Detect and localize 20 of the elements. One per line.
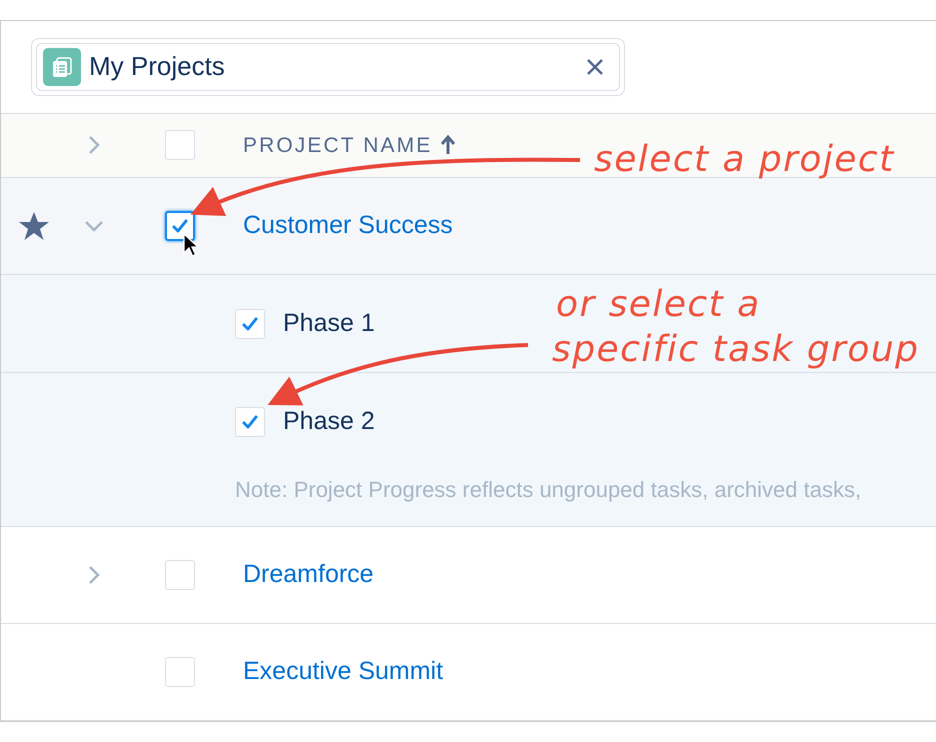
task-group-name: Phase 2 bbox=[283, 406, 375, 438]
checkmark-icon bbox=[242, 316, 258, 330]
mouse-cursor-icon bbox=[183, 233, 199, 259]
list-icon bbox=[43, 48, 81, 86]
project-link[interactable]: Dreamforce bbox=[243, 556, 374, 594]
note-text: Note: Project Progress reflects ungrouped tasks, archived tasks, bbox=[235, 477, 862, 502]
checkmark-icon bbox=[172, 219, 188, 233]
checkbox[interactable] bbox=[165, 211, 195, 241]
star-icon[interactable] bbox=[18, 211, 50, 241]
annotation-text: or select a bbox=[555, 283, 762, 327]
project-link[interactable]: Executive Summit bbox=[243, 653, 444, 691]
project-link[interactable]: Customer Success bbox=[243, 207, 453, 245]
task-group-name: Phase 1 bbox=[283, 308, 375, 339]
list-view-pill[interactable]: My Projects bbox=[36, 42, 620, 91]
list-view-name: My Projects bbox=[89, 50, 226, 84]
project-name-column-header[interactable]: PROJECT NAME bbox=[243, 130, 456, 162]
annotation-text: specific task group bbox=[552, 328, 920, 372]
project-row[interactable]: Customer Success bbox=[1, 178, 936, 275]
sort-arrow-icon bbox=[440, 135, 456, 156]
checkmark-icon bbox=[242, 415, 258, 429]
